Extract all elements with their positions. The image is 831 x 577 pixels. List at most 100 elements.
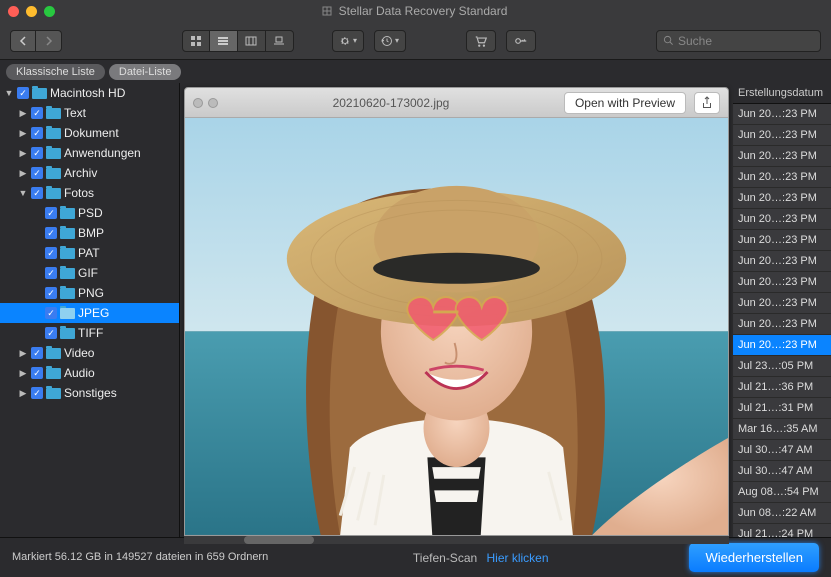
date-row[interactable]: Jun 20…:23 PM: [733, 188, 831, 209]
tree-item-label: TIFF: [78, 326, 103, 340]
date-row[interactable]: Jul 30…:47 AM: [733, 440, 831, 461]
checkbox[interactable]: ✓: [45, 307, 57, 319]
checkbox[interactable]: ✓: [45, 267, 57, 279]
checkbox[interactable]: ✓: [31, 167, 43, 179]
disclosure-open-icon[interactable]: ▼: [4, 88, 14, 98]
tree-item-text[interactable]: ▶✓Text: [0, 103, 179, 123]
tree-item-label: Dokument: [64, 126, 119, 140]
date-row[interactable]: Jun 08…:22 AM: [733, 503, 831, 524]
tree-item-video[interactable]: ▶✓Video: [0, 343, 179, 363]
tree-item-psd[interactable]: ✓PSD: [0, 203, 179, 223]
disclosure-closed-icon[interactable]: ▶: [18, 128, 28, 139]
date-row[interactable]: Jun 20…:23 PM: [733, 314, 831, 335]
minimize-window-button[interactable]: [26, 6, 37, 17]
checkbox[interactable]: ✓: [45, 327, 57, 339]
disclosure-closed-icon[interactable]: ▶: [18, 108, 28, 119]
zoom-window-button[interactable]: [44, 6, 55, 17]
date-row[interactable]: Jul 23…:05 PM: [733, 356, 831, 377]
recover-button[interactable]: Wiederherstellen: [689, 543, 819, 572]
tree-item-tiff[interactable]: ✓ TIFF: [0, 323, 179, 343]
search-input[interactable]: Suche: [656, 30, 821, 52]
tree-item-label: Sonstiges: [64, 386, 117, 400]
back-button[interactable]: [10, 30, 36, 52]
date-row[interactable]: Mar 16…:35 AM: [733, 419, 831, 440]
view-list-button[interactable]: [210, 30, 238, 52]
view-columns-button[interactable]: [238, 30, 266, 52]
deep-scan-link[interactable]: Hier klicken: [487, 551, 549, 565]
window-title: Stellar Data Recovery Standard: [55, 4, 773, 18]
checkbox[interactable]: ✓: [45, 287, 57, 299]
checkbox[interactable]: ✓: [31, 367, 43, 379]
date-row[interactable]: Jul 21…:31 PM: [733, 398, 831, 419]
date-row[interactable]: Jun 20…:23 PM: [733, 293, 831, 314]
share-button[interactable]: [694, 92, 720, 114]
checkbox[interactable]: ✓: [45, 207, 57, 219]
tree-item-dokument[interactable]: ▶✓ Dokument: [0, 123, 179, 143]
date-row[interactable]: Jul 30…:47 AM: [733, 461, 831, 482]
date-row[interactable]: Jun 20…:23 PM: [733, 104, 831, 125]
horizontal-scrollbar[interactable]: [184, 536, 729, 544]
settings-button[interactable]: ▾: [332, 30, 364, 52]
tree-item-gif[interactable]: ✓GIF: [0, 263, 179, 283]
tree-item-png[interactable]: ✓PNG: [0, 283, 179, 303]
tree-item-label: Macintosh HD: [50, 86, 125, 100]
tree-item-audio[interactable]: ▶✓Audio: [0, 363, 179, 383]
disclosure-closed-icon[interactable]: ▶: [18, 388, 28, 399]
view-coverflow-button[interactable]: [266, 30, 294, 52]
date-row[interactable]: Jul 21…:36 PM: [733, 377, 831, 398]
tree-item-pat[interactable]: ✓PAT: [0, 243, 179, 263]
date-row[interactable]: Jun 20…:23 PM: [733, 251, 831, 272]
tree-item-fotos[interactable]: ▼✓Fotos: [0, 183, 179, 203]
tab-file-list[interactable]: Datei-Liste: [109, 64, 182, 80]
history-button[interactable]: ▾: [374, 30, 406, 52]
checkbox[interactable]: ✓: [45, 227, 57, 239]
tree-item-jpeg[interactable]: ✓JPEG: [0, 303, 179, 323]
checkbox[interactable]: ✓: [31, 147, 43, 159]
preview-pane: 20210620-173002.jpg Open with Preview: [180, 83, 733, 537]
disclosure-open-icon[interactable]: ▼: [18, 188, 28, 198]
disclosure-closed-icon[interactable]: ▶: [18, 168, 28, 179]
forward-button[interactable]: [36, 30, 62, 52]
folder-icon: [60, 328, 75, 339]
date-row[interactable]: Jun 20…:23 PM: [733, 167, 831, 188]
close-window-button[interactable]: [8, 6, 19, 17]
open-with-preview-button[interactable]: Open with Preview: [564, 92, 686, 114]
tree-item-archiv[interactable]: ▶✓Archiv: [0, 163, 179, 183]
disclosure-closed-icon[interactable]: ▶: [18, 348, 28, 359]
view-icons-button[interactable]: [182, 30, 210, 52]
deep-scan-label: Tiefen-Scan: [413, 551, 477, 565]
checkbox[interactable]: ✓: [31, 107, 43, 119]
checkbox[interactable]: ✓: [17, 87, 29, 99]
disclosure-closed-icon[interactable]: ▶: [18, 148, 28, 159]
cart-icon: [474, 35, 488, 47]
checkbox[interactable]: ✓: [31, 387, 43, 399]
date-row[interactable]: Aug 08…:54 PM: [733, 482, 831, 503]
folder-icon: [60, 288, 75, 299]
date-row[interactable]: Jul 21…:24 PM: [733, 524, 831, 537]
tree-item-sonstiges[interactable]: ▶✓ Sonstiges: [0, 383, 179, 403]
preview-close-icon[interactable]: [193, 98, 203, 108]
folder-tree[interactable]: ▼✓Macintosh HD▶✓Text▶✓Dokument▶✓Anwendun…: [0, 83, 180, 537]
checkbox[interactable]: ✓: [31, 127, 43, 139]
column-header-date[interactable]: Erstellungsdatum: [733, 83, 831, 104]
cart-button[interactable]: [466, 30, 496, 52]
key-button[interactable]: [506, 30, 536, 52]
tree-item-macintosh-hd[interactable]: ▼✓ Macintosh HD: [0, 83, 179, 103]
folder-icon: [46, 108, 61, 119]
tab-classic-list[interactable]: Klassische Liste: [6, 64, 105, 80]
checkbox[interactable]: ✓: [31, 187, 43, 199]
date-row[interactable]: Jun 20…:23 PM: [733, 335, 831, 356]
disclosure-closed-icon[interactable]: ▶: [18, 368, 28, 379]
date-row[interactable]: Jun 20…:23 PM: [733, 272, 831, 293]
creation-date-column[interactable]: Erstellungsdatum Jun 20…:23 PMJun 20…:23…: [733, 83, 831, 537]
checkbox[interactable]: ✓: [31, 347, 43, 359]
tree-item-anwendungen[interactable]: ▶✓Anwendungen: [0, 143, 179, 163]
date-row[interactable]: Jun 20…:23 PM: [733, 146, 831, 167]
folder-icon: [46, 168, 61, 179]
checkbox[interactable]: ✓: [45, 247, 57, 259]
preview-expand-icon[interactable]: [208, 98, 218, 108]
date-row[interactable]: Jun 20…:23 PM: [733, 230, 831, 251]
date-row[interactable]: Jun 20…:23 PM: [733, 209, 831, 230]
date-row[interactable]: Jun 20…:23 PM: [733, 125, 831, 146]
tree-item-bmp[interactable]: ✓BMP: [0, 223, 179, 243]
